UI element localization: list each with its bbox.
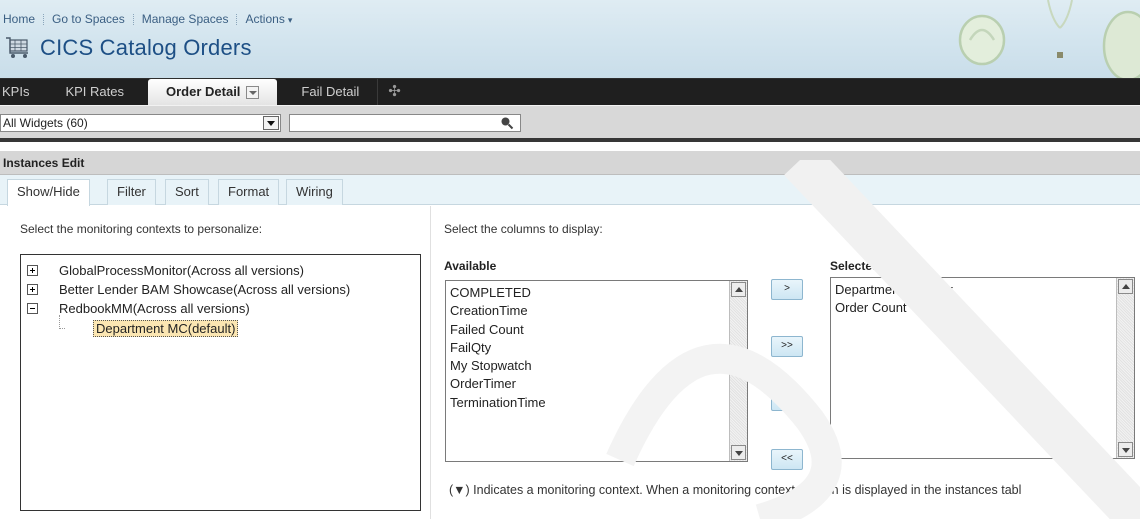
instances-edit-header: Instances Edit	[0, 151, 1140, 175]
widget-search-input[interactable]	[289, 114, 521, 132]
banner: Home Go to Spaces Manage Spaces Actions ▾…	[0, 0, 1140, 78]
available-columns-list[interactable]: COMPLETED CreationTime Failed Count FailQty…	[445, 280, 748, 462]
scroll-down-icon[interactable]	[1118, 442, 1133, 457]
tab-kpi-rates[interactable]: KPI Rates	[47, 79, 142, 105]
tree-connector	[59, 315, 65, 329]
subtab-show-hide[interactable]: Show/Hide	[7, 179, 90, 206]
nav-home[interactable]: Home	[0, 12, 43, 26]
tree-child-label-selected[interactable]: Department MC(default)	[93, 319, 239, 337]
available-label: Available	[444, 259, 497, 273]
expand-icon[interactable]	[27, 264, 38, 276]
column-selection-pane: Select the columns to display: Available…	[432, 206, 1140, 519]
edit-subtabs: Show/Hide Filter Sort Format Wiring	[0, 175, 1140, 206]
tree-node[interactable]: RedbookMM(Across all versions)	[21, 299, 250, 317]
widget-select-value: All Widgets (60)	[3, 116, 88, 130]
list-item[interactable]: COMPLETED	[450, 284, 546, 302]
tree-node[interactable]: GlobalProcessMonitor(Across all versions…	[21, 261, 304, 279]
nav-actions-menu[interactable]: Actions ▾	[237, 12, 300, 26]
tree-child-node[interactable]: Department MC(default)	[59, 315, 239, 337]
chevron-down-icon[interactable]	[263, 116, 279, 130]
list-item[interactable]: CreationTime	[450, 302, 546, 320]
show-hide-panel: Select the monitoring contexts to person…	[0, 206, 1140, 519]
list-item[interactable]: Order Count	[835, 299, 953, 317]
expand-icon[interactable]	[27, 283, 38, 295]
column-selection-hint: Select the columns to display:	[444, 222, 603, 236]
top-navigation: Home Go to Spaces Manage Spaces Actions ▾	[0, 10, 300, 28]
subtab-format[interactable]: Format	[218, 179, 280, 205]
subtab-wiring[interactable]: Wiring	[286, 179, 343, 205]
tab-fail-detail[interactable]: Fail Detail	[283, 79, 377, 105]
selected-label: Selected *	[830, 259, 886, 273]
list-item[interactable]: TerminationTime	[450, 394, 546, 412]
nav-go-to-spaces[interactable]: Go to Spaces	[44, 12, 133, 26]
app-title: CICS Catalog Orders	[40, 35, 252, 60]
list-item[interactable]: Failed Count	[450, 321, 546, 339]
available-items: COMPLETED CreationTime Failed Count FailQty…	[450, 284, 546, 412]
subtab-sort[interactable]: Sort	[165, 179, 209, 205]
scroll-up-icon[interactable]	[1118, 279, 1133, 294]
monitoring-context-footnote: (▼) Indicates a monitoring context. When…	[449, 483, 1022, 497]
tree-node-label[interactable]: Better Lender BAM Showcase(Across all ve…	[59, 282, 350, 297]
lightbulb-decoration-icon	[958, 0, 1140, 78]
required-marker: *	[881, 259, 887, 273]
move-all-left-button[interactable]: <<	[771, 449, 803, 470]
list-item[interactable]: OrderTimer	[450, 375, 546, 393]
move-left-button[interactable]: <	[771, 390, 803, 411]
tab-menu-dropdown-icon[interactable]	[246, 85, 260, 99]
tab-kpis[interactable]: KPIs	[0, 79, 47, 105]
shopping-cart-icon	[6, 37, 28, 58]
widget-select[interactable]: All Widgets (60)	[0, 114, 281, 132]
page-title: CICS Catalog Orders	[6, 33, 252, 63]
nav-manage-spaces[interactable]: Manage Spaces	[134, 12, 237, 26]
scrollbar[interactable]	[1116, 278, 1134, 458]
scrollbar[interactable]	[729, 281, 747, 461]
move-all-right-button[interactable]: >>	[771, 336, 803, 357]
selected-columns-list[interactable]: Department Number Order Count	[830, 277, 1135, 459]
widget-toolbar: All Widgets (60)	[0, 105, 1140, 142]
list-item[interactable]: FailQty	[450, 339, 546, 357]
collapse-icon[interactable]	[27, 302, 38, 314]
add-tab-icon[interactable]: ✣	[377, 79, 411, 105]
chevron-down-icon: ▾	[287, 15, 293, 25]
subtab-filter[interactable]: Filter	[107, 179, 156, 205]
monitoring-context-hint: Select the monitoring contexts to person…	[20, 222, 263, 236]
tree-node-label[interactable]: GlobalProcessMonitor(Across all versions…	[59, 263, 304, 278]
monitoring-context-pane: Select the monitoring contexts to person…	[0, 206, 431, 519]
selected-label-text: Selected	[830, 259, 880, 273]
tab-order-detail-label: Order Detail	[166, 84, 241, 99]
list-item[interactable]: My Stopwatch	[450, 357, 546, 375]
move-right-button[interactable]: >	[771, 279, 803, 300]
nav-actions-label: Actions	[245, 12, 285, 26]
scroll-up-icon[interactable]	[731, 282, 746, 297]
tab-order-detail[interactable]: Order Detail	[148, 79, 278, 105]
search-icon[interactable]	[500, 116, 514, 130]
monitoring-context-tree[interactable]: GlobalProcessMonitor(Across all versions…	[20, 254, 421, 511]
tree-node-label[interactable]: RedbookMM(Across all versions)	[59, 301, 250, 316]
tree-node[interactable]: Better Lender BAM Showcase(Across all ve…	[21, 280, 350, 298]
scroll-down-icon[interactable]	[731, 445, 746, 460]
selected-items: Department Number Order Count	[835, 281, 953, 318]
list-item[interactable]: Department Number	[835, 281, 953, 299]
dashboard-tab-bar: KPIs KPI Rates Order Detail Fail Detail …	[0, 78, 1140, 105]
